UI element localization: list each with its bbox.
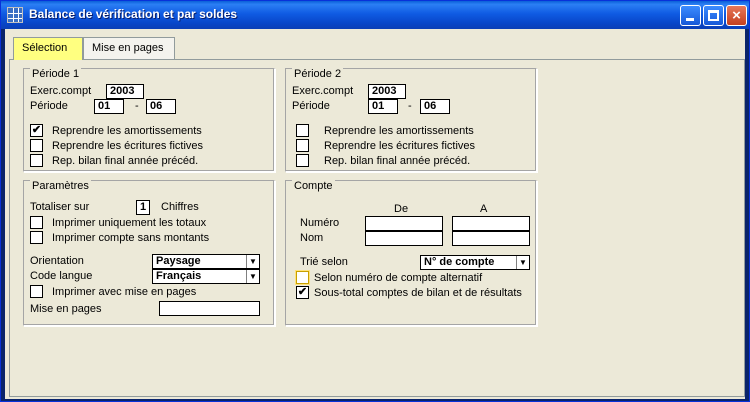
tab-selection-label: Sélection [22,42,68,54]
col-a-label: A [480,203,488,215]
periode2-group: Période 2 Exerc.compt 2003 Période 01 - … [285,68,537,172]
periode1-amortissements-label: Reprendre les amortissements [52,125,202,137]
periode1-periode-label: Période [30,100,68,112]
trie-label: Trié selon [300,256,348,268]
periode1-bilan-checkbox[interactable] [30,154,43,167]
numero-label: Numéro [300,217,340,229]
totaux-checkbox[interactable] [30,216,43,229]
minimize-icon [686,18,694,21]
periode1-title: Période 1 [30,68,82,80]
periode1-bilan-label: Rep. bilan final année précéd. [52,155,199,167]
periode1-exerc-input[interactable]: 2003 [106,84,144,99]
compte-group: Compte De A Numéro Nom Trié selon N° de … [285,180,537,326]
window-title: Balance de vérification et par soldes [29,7,238,21]
mise-en-pages-input[interactable] [159,301,260,316]
langue-select[interactable]: Français ▼ [152,269,260,284]
mise-en-pages-label: Mise en pages [30,303,102,315]
chevron-down-icon[interactable]: ▼ [516,256,529,269]
orientation-value: Paysage [156,255,201,267]
app-window: Balance de vérification et par soldes × … [0,0,750,402]
chevron-down-icon[interactable]: ▼ [246,270,259,283]
langue-label: Code langue [30,270,93,282]
sous-total-checkbox[interactable]: ✔ [296,286,309,299]
periode2-fictives-checkbox[interactable] [296,139,309,152]
periode2-bilan-label: Rep. bilan final année précéd. [324,155,471,167]
periode1-from-input[interactable]: 01 [94,99,124,114]
langue-value: Français [156,270,202,282]
totaliser-input[interactable]: 1 [136,200,150,215]
chiffres-label: Chiffres [161,201,199,213]
chevron-down-icon[interactable]: ▼ [246,255,259,268]
nom-label: Nom [300,232,324,244]
tab-mise-en-pages[interactable]: Mise en pages [83,37,175,59]
totaliser-label: Totaliser sur [30,201,90,213]
nom-a-input[interactable] [452,231,530,246]
periode2-to-input[interactable]: 06 [420,99,450,114]
title-bar[interactable]: Balance de vérification et par soldes × [1,1,749,29]
col-de-label: De [394,203,409,215]
periode1-amortissements-checkbox[interactable]: ✔ [30,124,43,137]
periode1-fictives-checkbox[interactable] [30,139,43,152]
orientation-label: Orientation [30,255,84,267]
periode2-fictives-label: Reprendre les écritures fictives [324,140,476,152]
trie-value: N° de compte [424,256,495,268]
alternatif-label: Selon numéro de compte alternatif [314,272,483,284]
orientation-select[interactable]: Paysage ▼ [152,254,260,269]
periode1-group: Période 1 Exerc.compt 2003 Période 01 - … [23,68,275,172]
periode2-exerc-input[interactable]: 2003 [368,84,406,99]
numero-de-input[interactable] [365,216,443,231]
compte-title: Compte [292,180,335,192]
mise-en-pages-option-label: Imprimer avec mise en pages [52,286,197,298]
periode2-title: Période 2 [292,68,344,80]
maximize-icon [708,10,719,21]
sous-total-label: Sous-total comptes de bilan et de résult… [314,287,522,299]
trie-select[interactable]: N° de compte ▼ [420,255,530,270]
periode2-exerc-label: Exerc.compt [292,85,354,97]
alternatif-checkbox[interactable] [296,271,309,284]
periode1-fictives-label: Reprendre les écritures fictives [52,140,204,152]
parametres-title: Paramètres [30,180,91,192]
selection-panel: Période 1 Exerc.compt 2003 Période 01 - … [9,59,745,397]
periode2-dash: - [408,100,412,112]
totaux-label: Imprimer uniquement les totaux [52,217,207,229]
periode2-amortissements-checkbox[interactable] [296,124,309,137]
sans-montants-label: Imprimer compte sans montants [52,232,210,244]
periode2-amortissements-label: Reprendre les amortissements [324,125,474,137]
client-area: Sélection Mise en pages Période 1 Exerc.… [5,29,745,399]
periode1-exerc-label: Exerc.compt [30,85,92,97]
tab-selection[interactable]: Sélection [13,37,83,60]
periode2-from-input[interactable]: 01 [368,99,398,114]
sans-montants-checkbox[interactable] [30,231,43,244]
close-button[interactable]: × [726,5,747,26]
periode2-bilan-checkbox[interactable] [296,154,309,167]
tab-strip: Sélection Mise en pages [5,29,745,60]
tab-mise-en-pages-label: Mise en pages [92,42,164,54]
nom-de-input[interactable] [365,231,443,246]
periode2-periode-label: Période [292,100,330,112]
mise-en-pages-checkbox[interactable] [30,285,43,298]
periode1-to-input[interactable]: 06 [146,99,176,114]
minimize-button[interactable] [680,5,701,26]
grid-app-icon [7,7,23,23]
close-icon: × [732,7,741,24]
parametres-group: Paramètres Totaliser sur 1 Chiffres Impr… [23,180,275,326]
maximize-button[interactable] [703,5,724,26]
periode1-dash: - [135,100,139,112]
numero-a-input[interactable] [452,216,530,231]
